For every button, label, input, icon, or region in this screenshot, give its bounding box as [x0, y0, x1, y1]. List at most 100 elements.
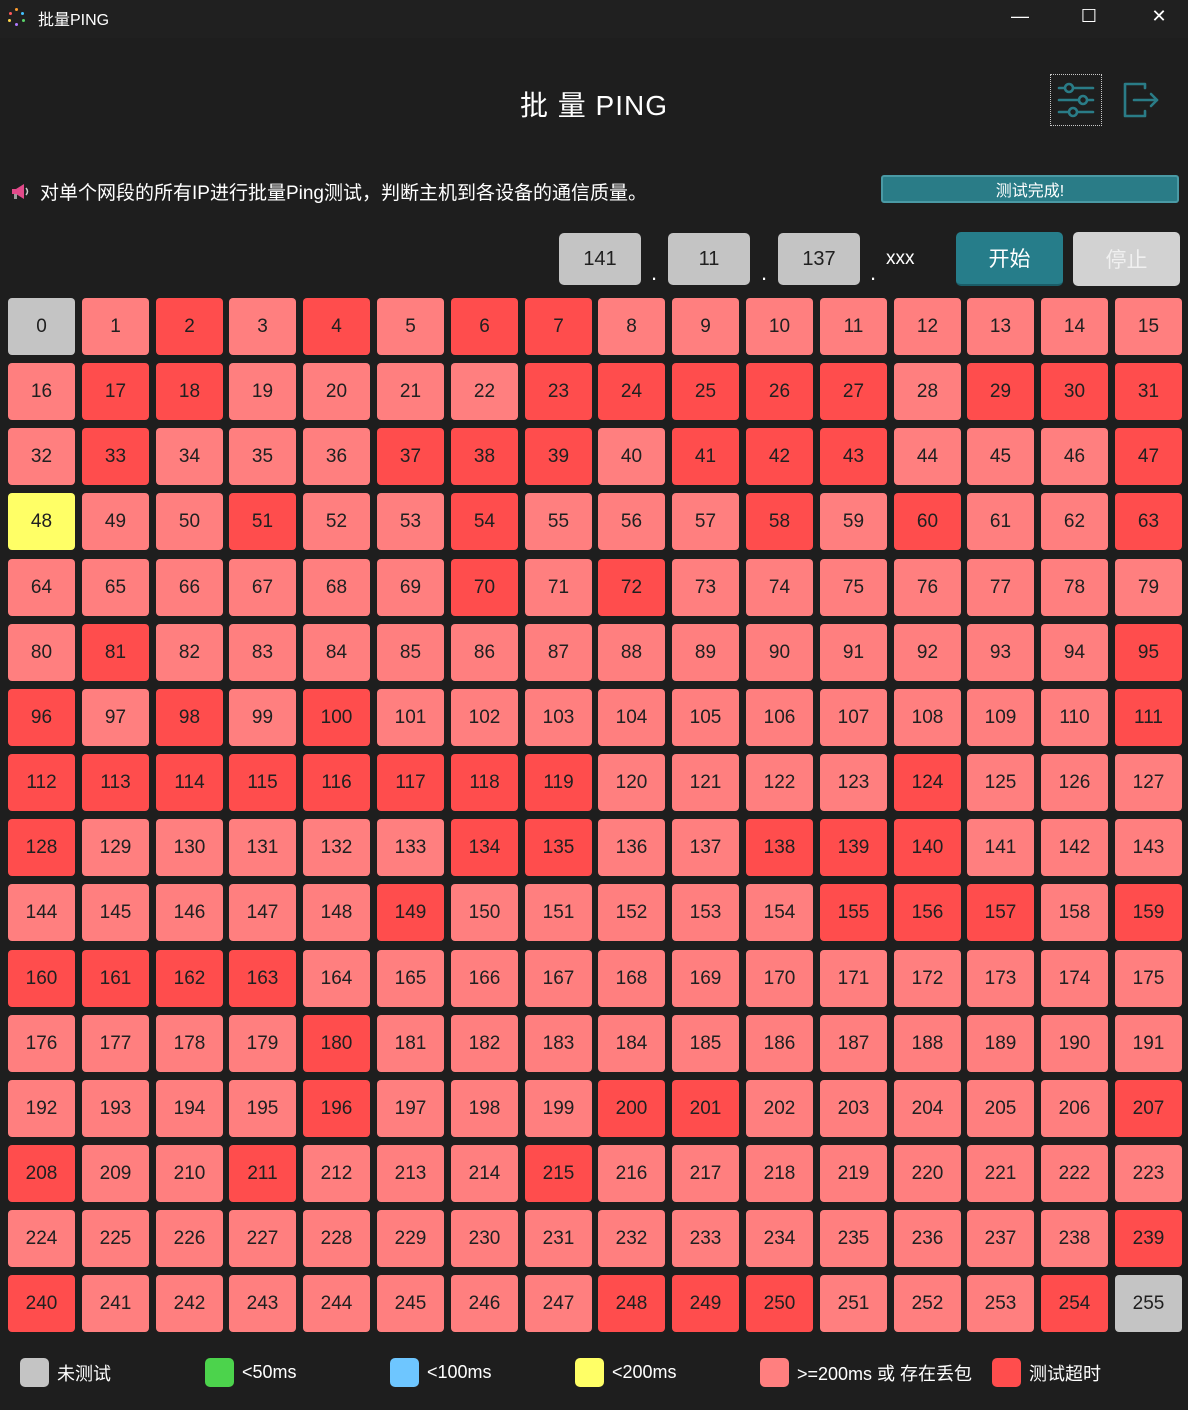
host-cell-89[interactable]: 89: [672, 624, 739, 681]
host-cell-200[interactable]: 200: [598, 1080, 665, 1137]
host-cell-80[interactable]: 80: [8, 624, 75, 681]
host-cell-149[interactable]: 149: [377, 884, 444, 941]
host-cell-155[interactable]: 155: [820, 884, 887, 941]
host-cell-35[interactable]: 35: [229, 428, 296, 485]
host-cell-6[interactable]: 6: [451, 298, 518, 355]
host-cell-103[interactable]: 103: [525, 689, 592, 746]
host-cell-195[interactable]: 195: [229, 1080, 296, 1137]
host-cell-124[interactable]: 124: [894, 754, 961, 811]
host-cell-119[interactable]: 119: [525, 754, 592, 811]
host-cell-177[interactable]: 177: [82, 1015, 149, 1072]
host-cell-73[interactable]: 73: [672, 559, 739, 616]
host-cell-77[interactable]: 77: [967, 559, 1034, 616]
host-cell-114[interactable]: 114: [156, 754, 223, 811]
start-button[interactable]: 开始: [956, 232, 1063, 286]
host-cell-57[interactable]: 57: [672, 493, 739, 550]
host-cell-58[interactable]: 58: [746, 493, 813, 550]
host-cell-109[interactable]: 109: [967, 689, 1034, 746]
host-cell-64[interactable]: 64: [8, 559, 75, 616]
host-cell-145[interactable]: 145: [82, 884, 149, 941]
host-cell-233[interactable]: 233: [672, 1210, 739, 1267]
host-cell-85[interactable]: 85: [377, 624, 444, 681]
host-cell-9[interactable]: 9: [672, 298, 739, 355]
host-cell-239[interactable]: 239: [1115, 1210, 1182, 1267]
host-cell-218[interactable]: 218: [746, 1145, 813, 1202]
host-cell-246[interactable]: 246: [451, 1275, 518, 1332]
host-cell-39[interactable]: 39: [525, 428, 592, 485]
host-cell-165[interactable]: 165: [377, 950, 444, 1007]
host-cell-34[interactable]: 34: [156, 428, 223, 485]
host-cell-21[interactable]: 21: [377, 363, 444, 420]
host-cell-227[interactable]: 227: [229, 1210, 296, 1267]
host-cell-55[interactable]: 55: [525, 493, 592, 550]
host-cell-251[interactable]: 251: [820, 1275, 887, 1332]
host-cell-121[interactable]: 121: [672, 754, 739, 811]
host-cell-117[interactable]: 117: [377, 754, 444, 811]
host-cell-152[interactable]: 152: [598, 884, 665, 941]
host-cell-37[interactable]: 37: [377, 428, 444, 485]
host-cell-186[interactable]: 186: [746, 1015, 813, 1072]
host-cell-66[interactable]: 66: [156, 559, 223, 616]
host-cell-137[interactable]: 137: [672, 819, 739, 876]
host-cell-247[interactable]: 247: [525, 1275, 592, 1332]
host-cell-106[interactable]: 106: [746, 689, 813, 746]
exit-button[interactable]: [1114, 74, 1166, 126]
host-cell-15[interactable]: 15: [1115, 298, 1182, 355]
host-cell-136[interactable]: 136: [598, 819, 665, 876]
host-cell-131[interactable]: 131: [229, 819, 296, 876]
host-cell-38[interactable]: 38: [451, 428, 518, 485]
host-cell-234[interactable]: 234: [746, 1210, 813, 1267]
host-cell-100[interactable]: 100: [303, 689, 370, 746]
host-cell-226[interactable]: 226: [156, 1210, 223, 1267]
host-cell-32[interactable]: 32: [8, 428, 75, 485]
host-cell-208[interactable]: 208: [8, 1145, 75, 1202]
host-cell-126[interactable]: 126: [1041, 754, 1108, 811]
host-cell-42[interactable]: 42: [746, 428, 813, 485]
host-cell-31[interactable]: 31: [1115, 363, 1182, 420]
host-cell-115[interactable]: 115: [229, 754, 296, 811]
host-cell-169[interactable]: 169: [672, 950, 739, 1007]
host-cell-135[interactable]: 135: [525, 819, 592, 876]
host-cell-46[interactable]: 46: [1041, 428, 1108, 485]
host-cell-236[interactable]: 236: [894, 1210, 961, 1267]
host-cell-3[interactable]: 3: [229, 298, 296, 355]
host-cell-23[interactable]: 23: [525, 363, 592, 420]
host-cell-243[interactable]: 243: [229, 1275, 296, 1332]
host-cell-161[interactable]: 161: [82, 950, 149, 1007]
host-cell-156[interactable]: 156: [894, 884, 961, 941]
host-cell-160[interactable]: 160: [8, 950, 75, 1007]
minimize-button[interactable]: —: [985, 0, 1055, 32]
host-cell-224[interactable]: 224: [8, 1210, 75, 1267]
host-cell-133[interactable]: 133: [377, 819, 444, 876]
host-cell-74[interactable]: 74: [746, 559, 813, 616]
host-cell-174[interactable]: 174: [1041, 950, 1108, 1007]
host-cell-76[interactable]: 76: [894, 559, 961, 616]
ip-octet3-input[interactable]: 137: [778, 233, 860, 285]
host-cell-65[interactable]: 65: [82, 559, 149, 616]
host-cell-120[interactable]: 120: [598, 754, 665, 811]
host-cell-190[interactable]: 190: [1041, 1015, 1108, 1072]
host-cell-158[interactable]: 158: [1041, 884, 1108, 941]
host-cell-201[interactable]: 201: [672, 1080, 739, 1137]
host-cell-4[interactable]: 4: [303, 298, 370, 355]
host-cell-30[interactable]: 30: [1041, 363, 1108, 420]
host-cell-206[interactable]: 206: [1041, 1080, 1108, 1137]
host-cell-253[interactable]: 253: [967, 1275, 1034, 1332]
host-cell-29[interactable]: 29: [967, 363, 1034, 420]
host-cell-52[interactable]: 52: [303, 493, 370, 550]
host-cell-254[interactable]: 254: [1041, 1275, 1108, 1332]
host-cell-130[interactable]: 130: [156, 819, 223, 876]
host-cell-180[interactable]: 180: [303, 1015, 370, 1072]
host-cell-8[interactable]: 8: [598, 298, 665, 355]
host-cell-228[interactable]: 228: [303, 1210, 370, 1267]
ip-octet2-input[interactable]: 11: [668, 233, 750, 285]
host-cell-104[interactable]: 104: [598, 689, 665, 746]
host-cell-25[interactable]: 25: [672, 363, 739, 420]
host-cell-19[interactable]: 19: [229, 363, 296, 420]
host-cell-193[interactable]: 193: [82, 1080, 149, 1137]
host-cell-95[interactable]: 95: [1115, 624, 1182, 681]
host-cell-101[interactable]: 101: [377, 689, 444, 746]
host-cell-219[interactable]: 219: [820, 1145, 887, 1202]
host-cell-154[interactable]: 154: [746, 884, 813, 941]
host-cell-151[interactable]: 151: [525, 884, 592, 941]
